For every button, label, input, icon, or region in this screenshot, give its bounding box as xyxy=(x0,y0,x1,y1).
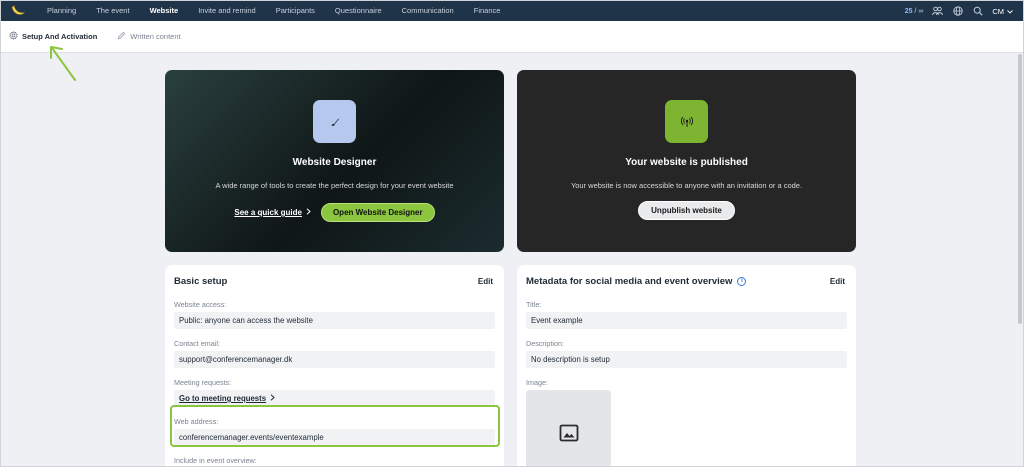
user-initials: CM xyxy=(992,6,1004,16)
counter-used: 25 xyxy=(904,7,913,15)
gear-icon xyxy=(9,30,18,42)
info-icon[interactable]: i xyxy=(737,276,747,286)
paintbrush-icon xyxy=(313,100,356,143)
nav-right-tools: 25 / ∞ CM xyxy=(905,6,1023,17)
metadata-header: Metadata for social media and event over… xyxy=(526,275,847,287)
nav-item-the-event[interactable]: The event xyxy=(86,1,139,21)
metadata-title: Metadata for social media and event over… xyxy=(526,275,733,287)
subtab-written-label: Written content xyxy=(130,32,181,41)
published-title: Your website is published xyxy=(625,157,748,168)
meeting-requests-label: Meeting requests: xyxy=(174,378,232,387)
nav-item-planning[interactable]: Planning xyxy=(37,1,86,21)
pencil-icon xyxy=(117,31,126,42)
basic-setup-header: Basic setup Edit xyxy=(174,275,495,287)
page-scrollbar[interactable] xyxy=(1018,54,1022,324)
contact-email-value: support@conferencemanager.dk xyxy=(174,351,495,368)
subtab-setup-label: Setup And Activation xyxy=(22,32,98,41)
image-icon xyxy=(559,424,578,441)
web-address-label: Web address: xyxy=(174,417,219,426)
nav-item-invite-and-remind[interactable]: Invite and remind xyxy=(188,1,266,21)
website-published-card: Your website is published Your website i… xyxy=(517,70,856,252)
search-icon[interactable] xyxy=(972,6,983,17)
website-access-value: Public: anyone can access the website xyxy=(174,312,495,329)
nav-item-communication[interactable]: Communication xyxy=(392,1,464,21)
meta-description-label: Description: xyxy=(526,339,564,348)
annotation-arrow-icon xyxy=(50,46,76,81)
metadata-panel: Metadata for social media and event over… xyxy=(517,265,856,466)
web-address-value: conferencemanager.events/eventexample xyxy=(174,429,495,446)
image-placeholder[interactable] xyxy=(526,390,611,466)
meta-title-label: Title: xyxy=(526,300,542,309)
include-overview-label: Include in event overview: xyxy=(174,456,257,465)
banana-logo-icon[interactable] xyxy=(9,2,27,20)
app-frame: Planning The event Website Invite and re… xyxy=(0,0,1024,467)
quick-guide-label: See a quick guide xyxy=(234,208,302,217)
meeting-requests-link[interactable]: Go to meeting requests xyxy=(174,390,495,407)
sub-navigation: Setup And Activation Written content xyxy=(1,21,1023,53)
globe-icon[interactable] xyxy=(952,6,963,17)
basic-setup-title: Basic setup xyxy=(174,275,228,287)
metadata-edit-button[interactable]: Edit xyxy=(830,277,845,286)
chevron-down-icon xyxy=(1007,7,1013,16)
chevron-right-icon xyxy=(306,208,311,217)
website-designer-card: Website Designer A wide range of tools t… xyxy=(165,70,504,252)
subtab-written-content[interactable]: Written content xyxy=(117,31,181,42)
nav-item-website[interactable]: Website xyxy=(140,1,189,21)
quick-guide-link[interactable]: See a quick guide xyxy=(234,208,311,217)
nav-item-participants[interactable]: Participants xyxy=(266,1,325,21)
unpublish-website-button[interactable]: Unpublish website xyxy=(638,201,735,220)
published-description: Your website is now accessible to anyone… xyxy=(570,181,803,190)
basic-setup-edit-button[interactable]: Edit xyxy=(478,277,493,286)
top-navigation: Planning The event Website Invite and re… xyxy=(1,1,1023,21)
contact-email-label: Contact email: xyxy=(174,339,220,348)
participant-counter[interactable]: 25 / ∞ xyxy=(905,8,924,15)
user-menu[interactable]: CM xyxy=(992,7,1013,16)
designer-actions: See a quick guide Open Website Designer xyxy=(234,203,435,222)
meta-title-value: Event example xyxy=(526,312,847,329)
nav-item-finance[interactable]: Finance xyxy=(464,1,511,21)
basic-setup-panel: Basic setup Edit Website access: Public:… xyxy=(165,265,504,466)
metadata-title-wrap: Metadata for social media and event over… xyxy=(526,275,747,287)
open-website-designer-button[interactable]: Open Website Designer xyxy=(320,203,435,222)
designer-title: Website Designer xyxy=(292,157,377,168)
meta-image-label: Image: xyxy=(526,378,548,387)
broadcast-icon xyxy=(665,100,708,143)
meeting-requests-link-label: Go to meeting requests xyxy=(179,394,267,403)
nav-item-questionnaire[interactable]: Questionnaire xyxy=(325,1,392,21)
meta-description-value: No description is setup xyxy=(526,351,847,368)
counter-limit: / ∞ xyxy=(912,7,924,15)
people-icon[interactable] xyxy=(932,6,944,17)
designer-description: A wide range of tools to create the perf… xyxy=(215,181,454,190)
website-access-label: Website access: xyxy=(174,300,227,309)
chevron-right-icon xyxy=(270,390,275,407)
